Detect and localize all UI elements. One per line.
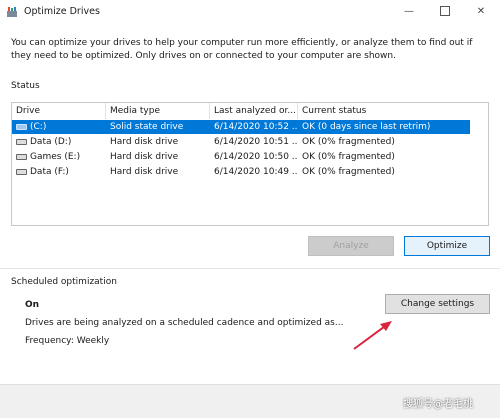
drive-list[interactable]: Drive Media type Last analyzed or... Cur… xyxy=(11,102,489,226)
column-header-current-status[interactable]: Current status xyxy=(298,103,488,119)
media-type: Hard disk drive xyxy=(110,167,179,177)
current-status: OK (0% fragmented) xyxy=(302,152,395,162)
window-title: Optimize Drives xyxy=(24,6,100,17)
scheduled-optimization-label: Scheduled optimization xyxy=(11,277,117,287)
title-bar: Optimize Drives — ✕ xyxy=(0,0,500,26)
ssd-drive-icon xyxy=(16,123,27,130)
intro-text: You can optimize your drives to help you… xyxy=(11,38,473,61)
close-button[interactable]: ✕ xyxy=(464,0,498,24)
drive-list-header: Drive Media type Last analyzed or... Cur… xyxy=(12,103,488,119)
watermark: 搜狐号@老毛桃 xyxy=(403,399,473,410)
hard-disk-icon xyxy=(16,138,27,145)
analyze-button[interactable]: Analyze xyxy=(308,236,394,256)
drive-name: Data (D:) xyxy=(30,137,72,147)
schedule-description: Drives are being analyzed on a scheduled… xyxy=(25,318,344,328)
last-analyzed: 6/14/2020 10:49 ... xyxy=(214,167,298,177)
maximize-icon xyxy=(440,6,450,16)
hard-disk-icon xyxy=(16,153,27,160)
last-analyzed: 6/14/2020 10:52 ... xyxy=(214,122,298,132)
media-type: Solid state drive xyxy=(110,122,184,132)
status-label: Status xyxy=(11,81,40,91)
drive-row-e[interactable]: Games (E:) Hard disk drive 6/14/2020 10:… xyxy=(12,150,470,164)
drive-row-f[interactable]: Data (F:) Hard disk drive 6/14/2020 10:4… xyxy=(12,165,470,179)
column-header-drive[interactable]: Drive xyxy=(12,103,106,119)
media-type: Hard disk drive xyxy=(110,137,179,147)
schedule-frequency: Frequency: Weekly xyxy=(25,336,110,346)
minimize-icon: — xyxy=(404,6,414,17)
schedule-state: On xyxy=(25,300,40,310)
close-icon: ✕ xyxy=(476,6,486,17)
drive-name: Data (F:) xyxy=(30,167,69,177)
hard-disk-icon xyxy=(16,168,27,175)
change-settings-button[interactable]: Change settings xyxy=(385,294,490,314)
current-status: OK (0 days since last retrim) xyxy=(302,122,431,132)
drive-row-c[interactable]: (C:) Solid state drive 6/14/2020 10:52 .… xyxy=(12,120,470,134)
optimize-button[interactable]: Optimize xyxy=(404,236,490,256)
section-divider xyxy=(0,268,500,269)
optimize-drives-app-icon xyxy=(7,7,17,17)
drive-row-d[interactable]: Data (D:) Hard disk drive 6/14/2020 10:5… xyxy=(12,135,470,149)
column-header-last-analyzed[interactable]: Last analyzed or... xyxy=(210,103,298,119)
last-analyzed: 6/14/2020 10:51 ... xyxy=(214,137,298,147)
annotation-arrow-icon xyxy=(353,321,392,350)
drive-name: (C:) xyxy=(30,122,47,132)
maximize-button[interactable] xyxy=(428,0,462,24)
current-status: OK (0% fragmented) xyxy=(302,137,395,147)
column-header-media-type[interactable]: Media type xyxy=(106,103,210,119)
last-analyzed: 6/14/2020 10:50 ... xyxy=(214,152,298,162)
minimize-button[interactable]: — xyxy=(392,0,426,24)
drive-name: Games (E:) xyxy=(30,152,81,162)
current-status: OK (0% fragmented) xyxy=(302,167,395,177)
media-type: Hard disk drive xyxy=(110,152,179,162)
